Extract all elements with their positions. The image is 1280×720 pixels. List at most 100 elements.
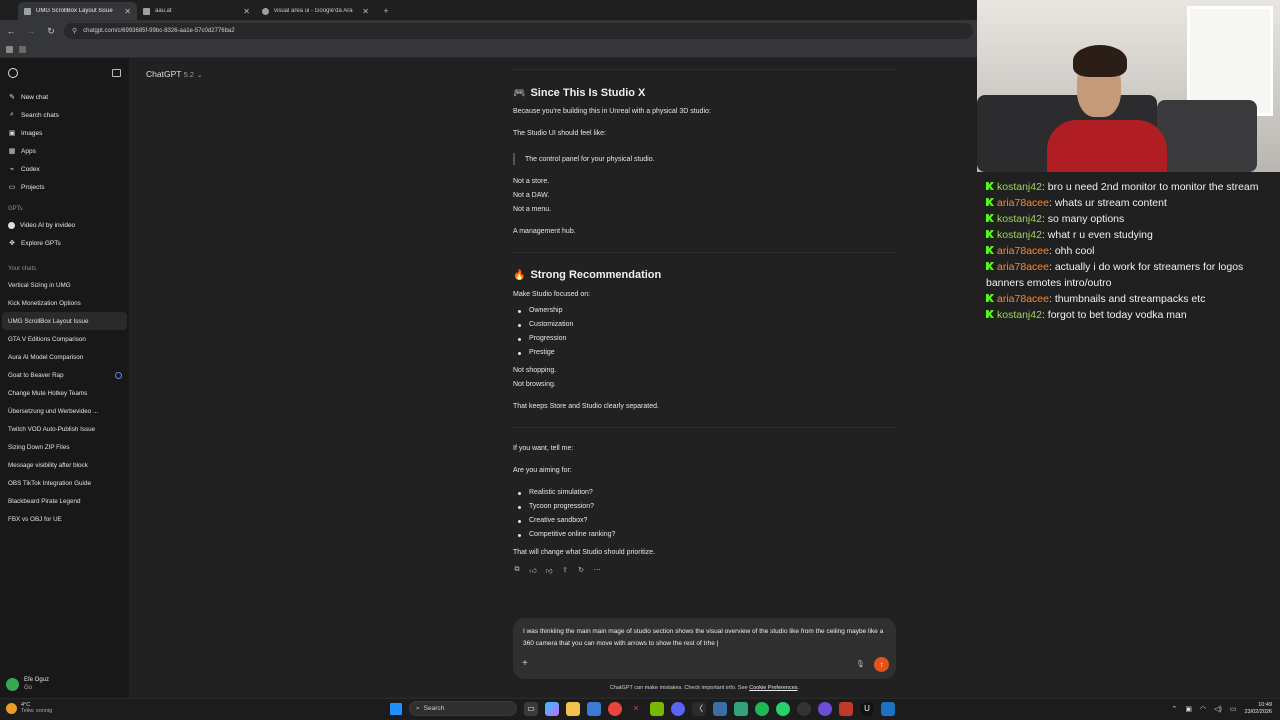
- message-composer[interactable]: I was thinkiing the main main mage of st…: [513, 618, 896, 679]
- chat-item[interactable]: FBX vs OBJ for UE: [0, 510, 129, 528]
- openai-logo-icon[interactable]: [8, 68, 18, 78]
- site-info-icon[interactable]: ⚲: [72, 27, 77, 35]
- bookmark-icon[interactable]: [6, 46, 13, 53]
- sidebar-item-apps[interactable]: ▦ Apps: [0, 142, 129, 160]
- sidebar-item-images[interactable]: ▣ Images: [0, 124, 129, 142]
- more-icon[interactable]: ⋯: [593, 566, 601, 574]
- list-item: Progression: [517, 335, 567, 342]
- thumbs-up-icon[interactable]: 👍︎: [529, 566, 537, 575]
- tab-close-icon[interactable]: ✕: [362, 7, 369, 16]
- chat-item[interactable]: Kick Monetization Options: [0, 294, 129, 312]
- sidebar-item-search-chats[interactable]: ⌕ Search chats: [0, 106, 129, 124]
- weather-desc: Teilw. sonnig: [21, 708, 53, 714]
- chat-main: ChatGPT 5.2 ⌄ 🎮 Since This Is Studio X Be…: [129, 58, 977, 698]
- plus-icon[interactable]: +: [522, 658, 528, 669]
- disclaimer-end: .: [797, 685, 800, 691]
- chat-username[interactable]: kostanj42: [997, 181, 1042, 193]
- discord-icon[interactable]: [671, 701, 685, 716]
- reload-icon[interactable]: ↻: [44, 24, 58, 38]
- regenerate-icon[interactable]: ↻: [577, 566, 585, 574]
- apps-grid-icon[interactable]: [19, 46, 26, 53]
- wifi-icon[interactable]: ◠: [1200, 705, 1206, 713]
- paragraph: Not a store.: [513, 178, 550, 185]
- store-icon[interactable]: [587, 701, 601, 716]
- system-tray: ⌃ ▣ ◠ ◁) ▭ 10:49 23/02/2026: [1172, 702, 1272, 716]
- tab-google-search[interactable]: visual area ui - Google'da Ara ✕: [256, 2, 375, 20]
- x-app-icon[interactable]: ✕: [629, 702, 643, 716]
- chat-item[interactable]: Twitch VOD Auto-Publish Issue: [0, 420, 129, 438]
- composer-input[interactable]: I was thinkiing the main main mage of st…: [523, 626, 888, 650]
- app-icon[interactable]: [881, 701, 895, 716]
- url-field[interactable]: ⚲ chatgpt.com/c/6993685f-99bc-8326-aa1e-…: [64, 23, 973, 39]
- copilot-icon[interactable]: [545, 701, 559, 716]
- tab-title: UMG ScrollBox Layout Issue: [36, 8, 113, 14]
- app-icon[interactable]: 〈: [692, 701, 706, 716]
- task-view-icon[interactable]: ▭: [524, 701, 538, 716]
- chat-item-active[interactable]: UMG ScrollBox Layout Issue: [2, 312, 127, 330]
- chat-item[interactable]: Blackbeard Pirate Legend: [0, 492, 129, 510]
- file-explorer-icon[interactable]: [566, 701, 580, 716]
- chat-message: kostanj42: bro u need 2nd monitor to mon…: [986, 179, 1271, 195]
- tab-umg-scrollbox[interactable]: UMG ScrollBox Layout Issue ✕: [18, 2, 137, 20]
- copy-icon[interactable]: ⧉: [513, 566, 521, 574]
- chat-username[interactable]: kostanj42: [997, 309, 1042, 321]
- sidebar-item-explore-gpts[interactable]: ✥ Explore GPTs: [0, 234, 129, 252]
- sidebar-item-video-ai[interactable]: Video AI by invideo: [0, 216, 129, 234]
- sidebar-toggle-icon[interactable]: [112, 69, 121, 77]
- thumbs-down-icon[interactable]: 👎︎: [545, 566, 553, 575]
- forward-arrow-icon[interactable]: →: [24, 24, 38, 38]
- tab-close-icon[interactable]: ✕: [243, 7, 250, 16]
- spotify-icon[interactable]: [755, 701, 769, 716]
- unreal-icon[interactable]: U: [860, 701, 874, 716]
- chat-item[interactable]: Goat to Beaver Rap: [0, 366, 129, 384]
- chat-item[interactable]: GTA V Editions Comparison: [0, 330, 129, 348]
- chevron-up-icon[interactable]: ⌃: [1172, 705, 1178, 713]
- taskbar-search[interactable]: ⌕ Search: [409, 701, 517, 716]
- sidebar-item-new-chat[interactable]: ✎ New chat: [0, 88, 129, 106]
- obs-icon[interactable]: [818, 701, 832, 716]
- chrome-icon[interactable]: [608, 701, 622, 716]
- speaker-icon[interactable]: ◁): [1214, 705, 1222, 713]
- model-selector[interactable]: ChatGPT 5.2 ⌄: [146, 69, 203, 79]
- chat-username[interactable]: aria78acee: [997, 197, 1049, 209]
- app-tray-icon[interactable]: ▣: [1185, 705, 1192, 713]
- tab-close-icon[interactable]: ✕: [124, 7, 131, 16]
- chat-username[interactable]: kostanj42: [997, 229, 1042, 241]
- app-icon[interactable]: [734, 701, 748, 716]
- chat-item[interactable]: OBS TikTok Integration Guide: [0, 474, 129, 492]
- chat-item[interactable]: Übersetzung und Werbevideo ...: [0, 402, 129, 420]
- app-icon[interactable]: [713, 701, 727, 716]
- microphone-icon[interactable]: 🎙︎: [856, 660, 865, 668]
- chat-item-label: Goat to Beaver Rap: [8, 371, 64, 379]
- sidebar-item-codex[interactable]: ⌁ Codex: [0, 160, 129, 178]
- app-icon[interactable]: [839, 701, 853, 716]
- section-heading: 🎮 Since This Is Studio X: [513, 87, 645, 99]
- chat-item[interactable]: Change Mute Hotkey Teams: [0, 384, 129, 402]
- weather-widget[interactable]: 4°C Teilw. sonnig: [6, 702, 52, 714]
- new-tab-button[interactable]: +: [379, 2, 393, 20]
- chat-item[interactable]: Aura AI Model Comparison: [0, 348, 129, 366]
- github-icon[interactable]: [797, 701, 811, 716]
- explore-icon: ✥: [9, 240, 15, 247]
- battery-icon[interactable]: ▭: [1230, 705, 1237, 713]
- send-button[interactable]: ↑: [874, 657, 889, 672]
- chat-item[interactable]: Vertical Sizing in UMG: [0, 276, 129, 294]
- share-icon[interactable]: ⇪: [561, 566, 569, 574]
- sidebar-item-projects[interactable]: ▭ Projects: [0, 178, 129, 196]
- windows-start-icon[interactable]: [390, 702, 402, 715]
- chat-item[interactable]: Sizing Down ZIP Files: [0, 438, 129, 456]
- nvidia-icon[interactable]: [650, 701, 664, 716]
- user-profile[interactable]: Efe Oguz Go: [0, 670, 129, 698]
- chat-username[interactable]: kostanj42: [997, 213, 1042, 225]
- chat-username[interactable]: aria78acee: [997, 293, 1049, 305]
- back-arrow-icon[interactable]: ←: [4, 24, 18, 38]
- chat-username[interactable]: aria78acee: [997, 245, 1049, 257]
- chat-item[interactable]: Message visibility after block: [0, 456, 129, 474]
- chat-username[interactable]: aria78acee: [997, 261, 1049, 273]
- tab-aau[interactable]: aau.at ✕: [137, 2, 256, 20]
- whatsapp-icon[interactable]: [776, 701, 790, 716]
- chat-message: aria78acee: whats ur stream content: [986, 195, 1271, 211]
- kick-badge-icon: [986, 214, 994, 222]
- cookie-preferences-link[interactable]: Cookie Preferences: [749, 685, 797, 691]
- clock[interactable]: 10:49 23/02/2026: [1244, 702, 1272, 716]
